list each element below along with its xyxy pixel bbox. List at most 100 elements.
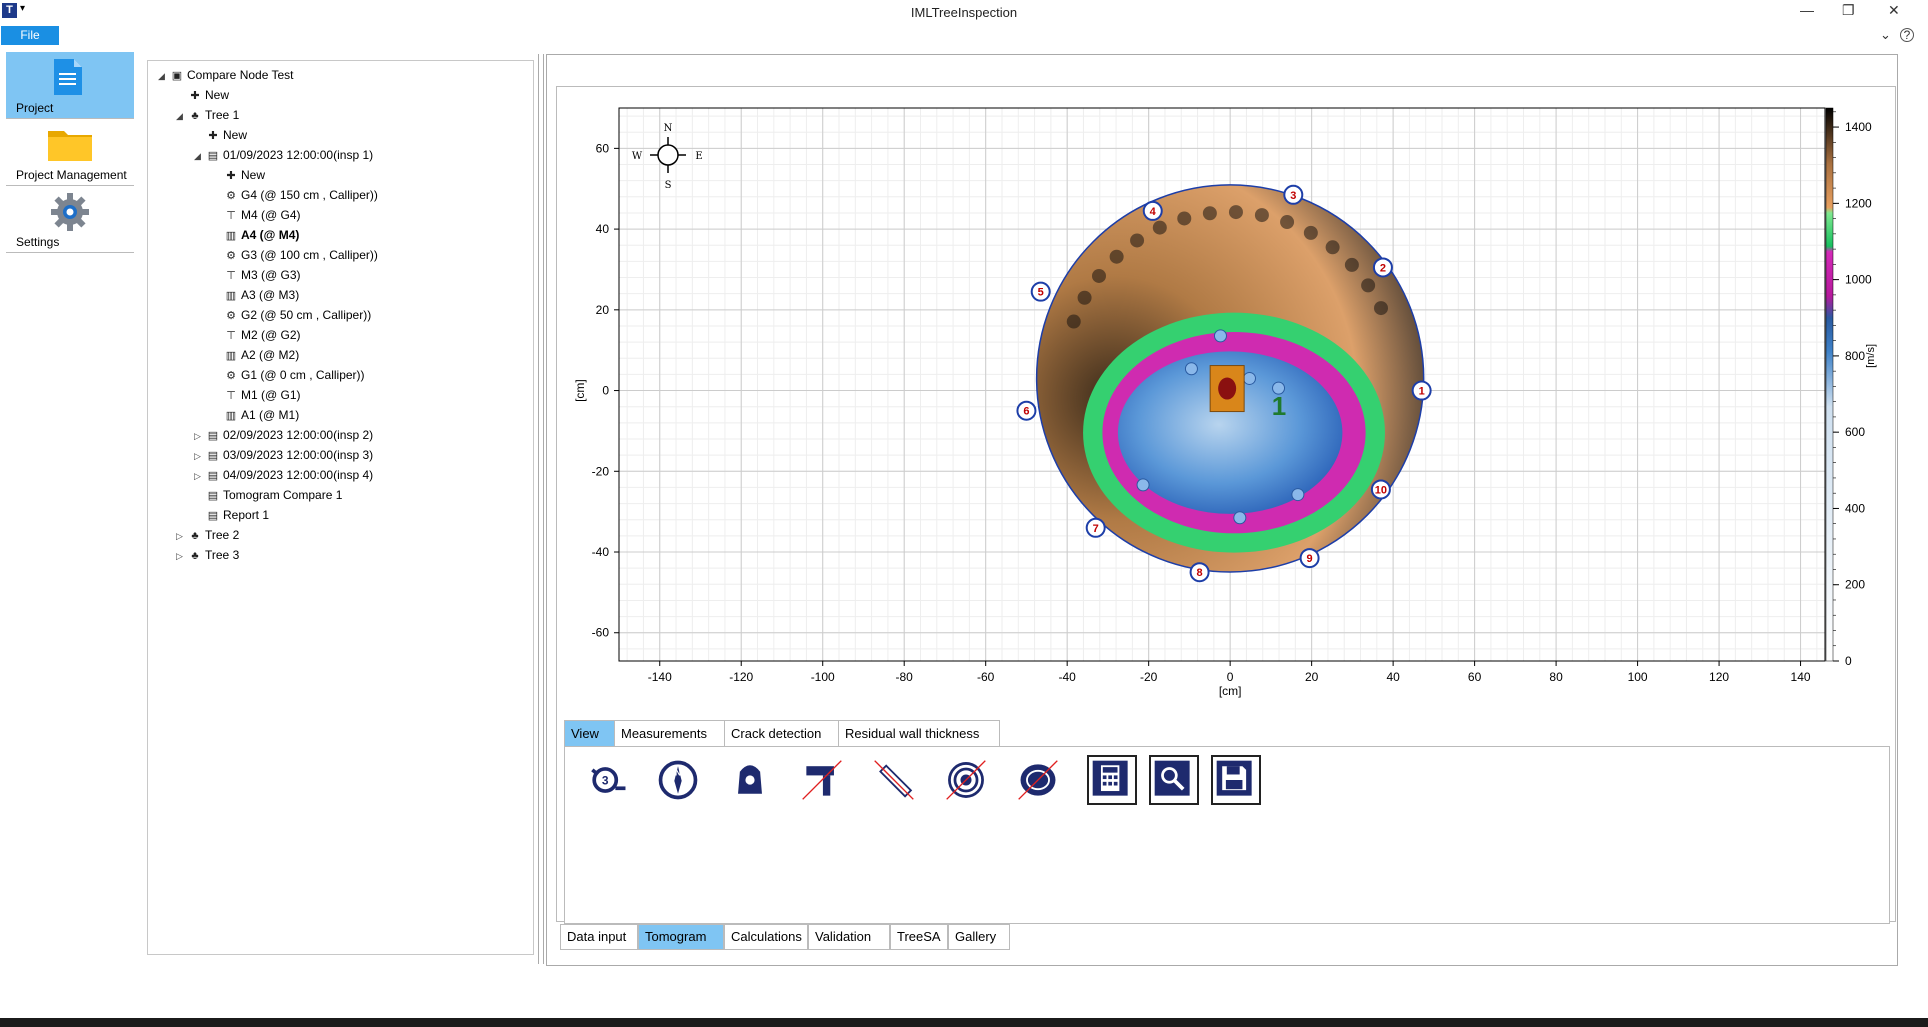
wood-disc-button[interactable] <box>1015 757 1065 807</box>
tree-item[interactable]: ⊤ M2 (@ G2) <box>212 326 300 344</box>
minimize-icon[interactable]: — <box>1800 2 1814 18</box>
nav-project-management[interactable]: Project Management <box>6 119 134 186</box>
panel-splitter[interactable] <box>538 54 544 964</box>
sensor-number-button[interactable]: 3 <box>585 757 635 807</box>
sensor-marker[interactable]: 10 <box>1370 479 1391 500</box>
tree-item[interactable]: ⊤ M4 (@ G4) <box>212 206 300 224</box>
expand-arrow-icon[interactable]: ▷ <box>194 447 206 465</box>
ribbon-collapse-icon[interactable]: ⌄ <box>1880 27 1891 43</box>
tab-measurements[interactable]: Measurements <box>614 720 726 748</box>
dark-spot <box>1325 240 1340 255</box>
sensor-marker[interactable]: 1 <box>1411 380 1432 401</box>
tab-residual-wall-thickness[interactable]: Residual wall thickness <box>838 720 1000 748</box>
tree-item-label: Tomogram Compare 1 <box>223 488 343 502</box>
tree-item[interactable]: ▥ A4 (@ M4) <box>212 226 300 244</box>
tree-item[interactable]: ⚙ G2 (@ 50 cm , Calliper)) <box>212 306 371 324</box>
dark-spot <box>1280 215 1295 230</box>
tree-item[interactable]: ◢ ▣ Compare Node Test <box>158 66 294 84</box>
sensor-marker[interactable]: 5 <box>1030 281 1051 302</box>
sensor-marker[interactable]: 3 <box>1283 184 1304 205</box>
colorbar-tick-label: 0 <box>1845 654 1852 668</box>
sensor-marker[interactable]: 8 <box>1189 562 1210 583</box>
tree-item[interactable]: ▷ ♣ Tree 3 <box>176 546 239 564</box>
file-menu[interactable]: File <box>1 26 59 45</box>
tree-item[interactable]: ✚ New <box>212 166 265 184</box>
tree-item[interactable]: ✚ New <box>176 86 229 104</box>
plus-icon: ✚ <box>208 130 218 142</box>
restore-icon[interactable]: ❐ <box>1842 2 1855 19</box>
save-button[interactable] <box>1211 755 1261 805</box>
tree-item[interactable]: ▷ ▤ 02/09/2023 12:00:00(insp 2) <box>194 426 373 444</box>
tree-cross-section[interactable] <box>1036 184 1424 572</box>
tree-item[interactable]: ▥ A3 (@ M3) <box>212 286 299 304</box>
decay-core <box>1218 377 1237 400</box>
collapse-arrow-icon[interactable]: ◢ <box>158 67 170 85</box>
tree-item[interactable]: ▷ ♣ Tree 2 <box>176 526 239 544</box>
tree-item[interactable]: ⚙ G4 (@ 150 cm , Calliper)) <box>212 186 378 204</box>
tree-item[interactable]: ▥ A2 (@ M2) <box>212 346 299 364</box>
tab-validation[interactable]: Validation <box>808 924 890 950</box>
sensor-marker[interactable]: 2 <box>1372 257 1393 278</box>
sensor-marker[interactable]: 7 <box>1085 517 1106 538</box>
tree-item[interactable]: ▷ ▤ 04/09/2023 12:00:00(insp 4) <box>194 466 373 484</box>
geometry-icon: ⚙ <box>226 190 236 202</box>
geometry-icon: ⚙ <box>226 310 236 322</box>
sensor-label: 10 <box>1375 484 1387 496</box>
colorbar-tick-label: 1200 <box>1845 196 1872 210</box>
tab-view[interactable]: View <box>564 720 616 748</box>
hammer-icon <box>802 760 842 800</box>
tree-item[interactable]: ✚ New <box>194 126 247 144</box>
tab-crack-detection[interactable]: Crack detection <box>724 720 840 748</box>
project-tree[interactable]: ◢ ▣ Compare Node Test ✚ New ◢ ♣ Tree 1 ✚ New ◢ ▤ 01/… <box>147 60 534 955</box>
x-tick-label: -100 <box>811 670 835 684</box>
geometry-icon: ⚙ <box>226 370 236 382</box>
x-tick-label: -40 <box>1059 670 1077 684</box>
hammer-button[interactable] <box>799 757 849 807</box>
collapse-arrow-icon[interactable]: ◢ <box>194 147 206 165</box>
expand-arrow-icon[interactable]: ▷ <box>194 467 206 485</box>
tree-marker-icon <box>738 765 762 794</box>
tree-item[interactable]: ⚙ G3 (@ 100 cm , Calliper)) <box>212 246 378 264</box>
tree-item[interactable]: ⚙ G1 (@ 0 cm , Calliper)) <box>212 366 364 384</box>
rings-button[interactable] <box>943 757 993 807</box>
close-icon[interactable]: ✕ <box>1888 2 1900 19</box>
tomogram-plot[interactable]: 1 -140 -120 -100 -80 -60 -40 -20 0 20 40 60 80 100 12… <box>556 86 1894 718</box>
tree-item[interactable]: ⊤ M1 (@ G1) <box>212 386 300 404</box>
tab-tomogram[interactable]: Tomogram <box>638 924 724 950</box>
tree-item-label: A1 (@ M1) <box>241 408 300 422</box>
collapse-arrow-icon[interactable]: ◢ <box>176 107 188 125</box>
tree-item[interactable]: ▤ Report 1 <box>194 506 269 524</box>
colorbar-tick-label: 1000 <box>1845 273 1872 287</box>
expand-arrow-icon[interactable]: ▷ <box>176 547 188 565</box>
tree-item[interactable]: ▤ Tomogram Compare 1 <box>194 486 343 504</box>
compass-e-label: E <box>695 151 702 162</box>
zoom-button[interactable] <box>1149 755 1199 805</box>
tab-data-input[interactable]: Data input <box>560 924 638 950</box>
tree-item[interactable]: ⊤ M3 (@ G3) <box>212 266 300 284</box>
tree-item[interactable]: ▥ A1 (@ M1) <box>212 406 299 424</box>
ruler-button[interactable] <box>871 757 921 807</box>
tab-treesa[interactable]: TreeSA <box>890 924 948 950</box>
window-title: IMLTreeInspection <box>910 5 1018 20</box>
tab-gallery[interactable]: Gallery <box>948 924 1010 950</box>
tree-marker-button[interactable] <box>727 757 777 807</box>
sensor-marker[interactable]: 4 <box>1142 200 1163 221</box>
compass-button[interactable]: N <box>655 757 705 807</box>
sensor-number-icon: 3 <box>591 767 626 793</box>
nav-project[interactable]: Project <box>6 52 134 119</box>
calculator-button[interactable] <box>1087 755 1137 805</box>
colorbar <box>1825 107 1834 662</box>
tree-item[interactable]: ◢ ▤ 01/09/2023 12:00:00(insp 1) <box>194 146 373 164</box>
sensor-marker[interactable]: 9 <box>1299 548 1320 569</box>
expand-arrow-icon[interactable]: ▷ <box>176 527 188 545</box>
measurement-icon: ⊤ <box>226 210 236 222</box>
nav-settings[interactable]: Settings <box>6 186 134 253</box>
bubble <box>1243 371 1257 385</box>
expand-arrow-icon[interactable]: ▷ <box>194 427 206 445</box>
help-icon[interactable]: ? <box>1900 28 1914 42</box>
tab-calculations[interactable]: Calculations <box>724 924 808 950</box>
tree-item[interactable]: ▷ ▤ 03/09/2023 12:00:00(insp 3) <box>194 446 373 464</box>
tree-item[interactable]: ◢ ♣ Tree 1 <box>176 106 239 124</box>
dark-spot <box>1361 278 1376 293</box>
sensor-marker[interactable]: 6 <box>1016 400 1037 421</box>
